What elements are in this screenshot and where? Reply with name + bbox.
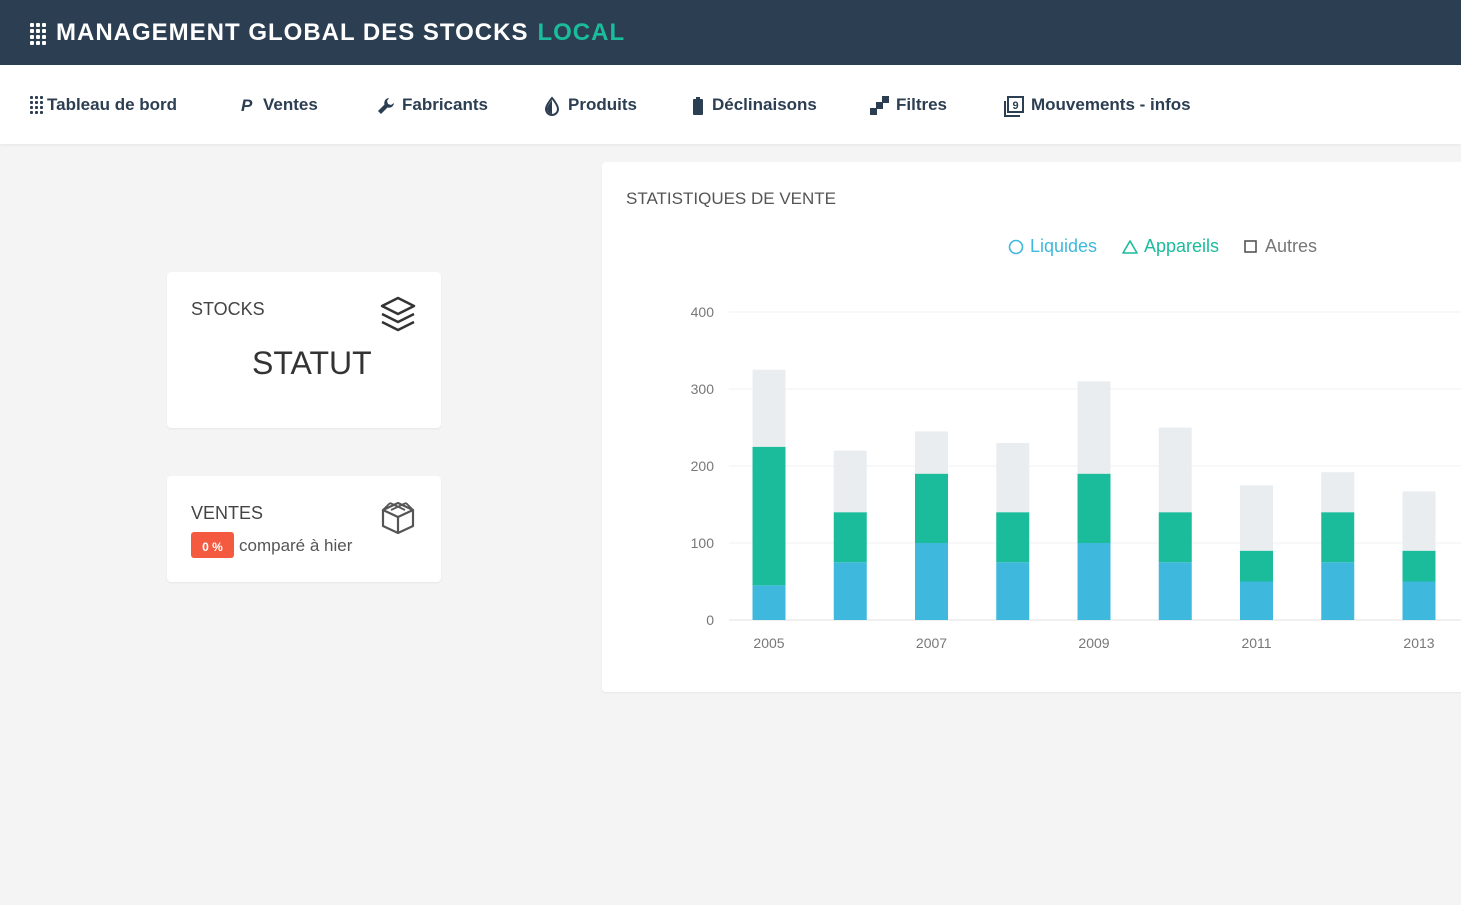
nav-item-label: Déclinaisons <box>712 95 817 114</box>
ventes-card-label: VENTES <box>191 503 264 523</box>
ventes-compare-text: comparé à hier <box>239 536 353 555</box>
bar-segment-appareils <box>1321 512 1355 563</box>
bar-segment-autres <box>1240 485 1273 551</box>
bar-segment-autres <box>1158 427 1192 513</box>
x-tick-label: 2005 <box>753 635 784 651</box>
sales-stacked-bar-chart: 0 100 200 300 400 2005 2007 2009 2011 2013 <box>691 304 1461 651</box>
bar-segment-liquides <box>752 585 786 620</box>
nav-item-label: Filtres <box>896 95 948 114</box>
nav-item-label: Mouvements - infos <box>1031 95 1191 114</box>
bar-segment-autres <box>1402 491 1436 551</box>
nav-item-ventes[interactable]: P Ventes <box>241 95 318 115</box>
y-tick-label: 100 <box>691 535 715 551</box>
bar-segment-liquides <box>1240 581 1273 620</box>
x-tick-label: 2009 <box>1078 635 1109 651</box>
nav-item-label: Tableau de bord <box>47 95 178 114</box>
nav-item-tableau-de-bord[interactable]: Tableau de bord <box>30 95 177 115</box>
bar-segment-autres <box>833 450 867 513</box>
ventes-change-badge: 0 % <box>191 532 234 558</box>
app-title: MANAGEMENT GLOBAL DES STOCKS <box>56 18 529 46</box>
drop-icon <box>544 96 564 116</box>
wrench-icon <box>376 96 398 114</box>
nav-item-label: Produits <box>568 95 637 114</box>
dashboard-grid-icon <box>30 96 43 114</box>
bar-segment-appareils <box>833 512 867 563</box>
svg-text:9: 9 <box>1012 100 1018 112</box>
y-tick-label: 0 <box>706 612 714 628</box>
stocks-card[interactable]: STOCKS STATUT <box>167 272 441 428</box>
app-title-accent: LOCAL <box>537 18 626 46</box>
bar-segment-appareils <box>1158 512 1192 563</box>
nav-item-label: Ventes <box>263 95 318 114</box>
bar-segment-autres <box>752 369 786 447</box>
bar-segment-liquides <box>996 562 1030 620</box>
stocks-card-value: STATUT <box>252 345 372 381</box>
x-tick-label: 2011 <box>1241 635 1271 651</box>
bar-segment-liquides <box>915 543 948 620</box>
y-tick-label: 400 <box>691 304 715 320</box>
layers-icon <box>379 295 417 340</box>
steps-icon <box>870 96 892 115</box>
nav-item-produits[interactable]: Produits <box>544 95 637 116</box>
nav-item-declinaisons[interactable]: Déclinaisons <box>692 95 817 115</box>
bar-segment-autres <box>915 431 948 474</box>
menu-grid-icon[interactable] <box>30 22 46 45</box>
number-9-box-icon: 9 <box>1003 96 1027 117</box>
bar-segment-appareils <box>1402 550 1436 582</box>
main-nav: Tableau de bord P Ventes Fabricants Prod… <box>0 65 1461 144</box>
bar-segment-appareils <box>1240 550 1273 582</box>
bar-segment-liquides <box>833 562 867 620</box>
bar-segment-liquides <box>1077 543 1111 620</box>
nav-item-mouvements-infos[interactable]: 9 Mouvements - infos <box>1003 95 1191 117</box>
x-tick-label: 2007 <box>916 635 947 651</box>
stocks-card-label: STOCKS <box>191 299 265 319</box>
bar-segment-appareils <box>752 446 786 586</box>
nav-item-fabricants[interactable]: Fabricants <box>376 95 488 115</box>
app-header: MANAGEMENT GLOBAL DES STOCKS LOCAL <box>0 0 1461 65</box>
paypal-icon: P <box>241 96 253 115</box>
bar-segment-appareils <box>915 473 948 543</box>
sales-chart-card: STATISTIQUES DE VENTE Liquides Appareils… <box>602 162 1461 692</box>
bar-segment-autres <box>1077 381 1111 474</box>
battery-icon <box>692 96 708 115</box>
bar-segment-autres <box>996 442 1030 513</box>
y-tick-label: 300 <box>691 381 715 397</box>
bar-segment-autres <box>1321 472 1355 513</box>
y-tick-label: 200 <box>691 458 715 474</box>
box-icon <box>379 499 417 542</box>
bar-segment-liquides <box>1321 562 1355 620</box>
nav-item-label: Fabricants <box>402 95 488 114</box>
bar-segment-appareils <box>996 512 1030 563</box>
ventes-card[interactable]: VENTES 0 % comparé à hier <box>167 476 441 582</box>
bar-segment-appareils <box>1077 473 1111 543</box>
nav-item-filtres[interactable]: Filtres <box>870 95 947 115</box>
bar-segment-liquides <box>1158 562 1192 620</box>
bar-segment-liquides <box>1402 581 1436 620</box>
x-tick-label: 2013 <box>1403 635 1434 651</box>
